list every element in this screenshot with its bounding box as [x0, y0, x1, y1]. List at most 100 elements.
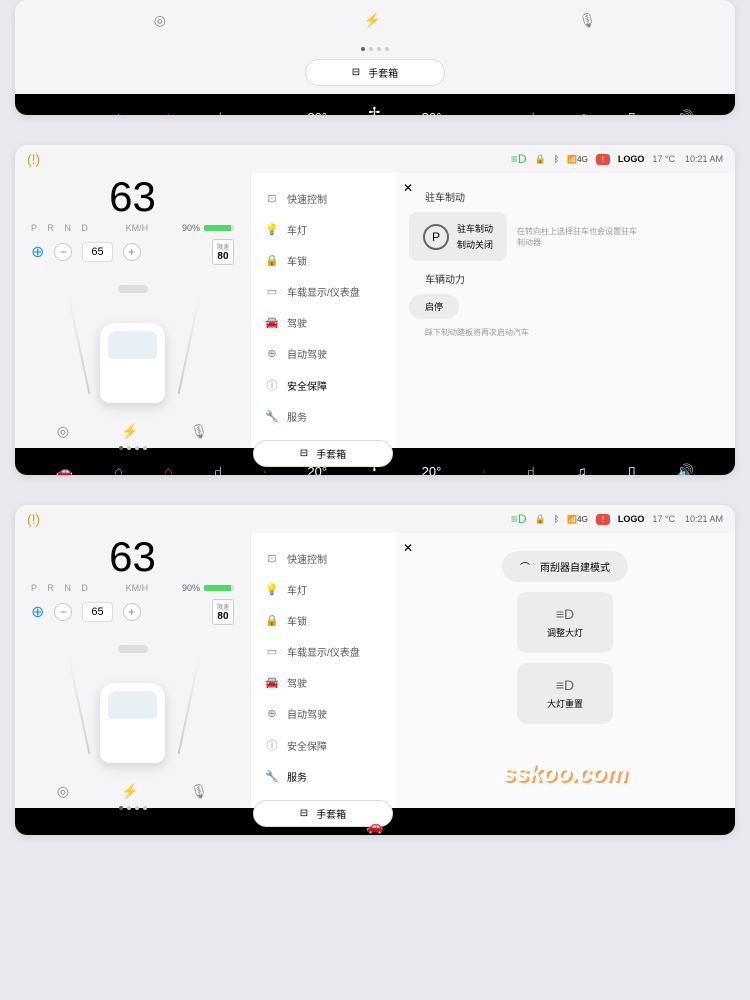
menu-item-1[interactable]: 💡车灯: [251, 574, 395, 605]
steering-icon[interactable]: ⊕: [31, 242, 44, 262]
warning-icon[interactable]: !: [596, 514, 610, 525]
menu-item-3[interactable]: ▭车载显示/仪表盘: [251, 636, 395, 667]
menu-icon: 🚘: [265, 676, 279, 689]
close-icon[interactable]: ✕: [403, 541, 413, 555]
music-icon[interactable]: ♫: [576, 109, 587, 115]
fan-icon: ✢: [368, 104, 380, 115]
fan-button[interactable]: ✢ 手动: [368, 104, 380, 115]
lock-icon[interactable]: 🔒: [535, 514, 546, 525]
chevron-left-icon[interactable]: ‹: [263, 467, 266, 476]
logo: LOGO: [618, 514, 645, 524]
car-icon[interactable]: 🚗: [366, 818, 383, 835]
car-icon[interactable]: 🚗: [56, 109, 73, 116]
menu-item-6[interactable]: ⓘ安全保障: [251, 729, 395, 761]
seat-right-icon[interactable]: ⑁: [527, 463, 535, 475]
tpms-icon: (!): [27, 151, 40, 167]
menu-item-6[interactable]: ⓘ安全保障: [251, 369, 395, 401]
speed-limit: 限速 80: [212, 239, 234, 265]
menu-item-0[interactable]: ⊡快速控制: [251, 183, 395, 214]
phone-icon[interactable]: ▯: [628, 463, 636, 476]
bluetooth-icon[interactable]: ᛒ: [554, 154, 559, 164]
defrost-front-icon[interactable]: ⌂: [114, 463, 122, 475]
chevron-right-icon[interactable]: ›: [483, 467, 486, 476]
camera-icon[interactable]: ◎: [57, 423, 69, 440]
menu-item-1[interactable]: 💡车灯: [251, 214, 395, 245]
parking-brake-button[interactable]: P 驻车制动 制动关闭: [409, 212, 507, 261]
battery-percent: 90%: [182, 223, 200, 233]
lock-icon[interactable]: 🔒: [535, 154, 546, 165]
tpms-icon: (!): [27, 511, 40, 527]
power-title: 车辆动力: [425, 271, 721, 286]
cruise-speed[interactable]: 65: [82, 242, 112, 262]
phone-icon[interactable]: ▯: [628, 109, 636, 116]
camera-icon[interactable]: ◎: [57, 783, 69, 800]
power-button[interactable]: 启停: [409, 294, 459, 319]
mic-icon[interactable]: 🎙: [190, 783, 208, 800]
temp-right[interactable]: 20°: [422, 110, 442, 116]
page-indicator: [15, 47, 735, 51]
charge-icon[interactable]: ⚡: [121, 783, 138, 800]
menu-item-4[interactable]: 🚘驾驶: [251, 667, 395, 698]
cruise-speed[interactable]: 65: [82, 602, 112, 622]
volume-icon[interactable]: 🔊: [677, 463, 694, 476]
cruise-minus-button[interactable]: −: [54, 243, 72, 261]
outside-temp: 17 °C: [652, 514, 675, 524]
music-icon[interactable]: ♫: [576, 463, 587, 475]
mic-icon[interactable]: 🎙: [578, 12, 596, 29]
menu-icon: ⊡: [265, 552, 279, 565]
menu-item-3[interactable]: ▭车载显示/仪表盘: [251, 276, 395, 307]
chevron-right-icon[interactable]: ›: [483, 113, 486, 116]
defrost-front-icon[interactable]: ⌂: [114, 109, 122, 115]
car-icon[interactable]: 🚗: [56, 463, 73, 476]
battery-bar: [204, 225, 234, 231]
defrost-rear-icon[interactable]: ⌂: [164, 463, 172, 475]
bluetooth-icon[interactable]: ᛒ: [554, 514, 559, 524]
steering-icon[interactable]: ⊕: [31, 602, 44, 622]
gear-indicator: P R N D: [31, 223, 92, 233]
seat-right-icon[interactable]: ⑁: [527, 109, 535, 115]
defrost-rear-icon[interactable]: ⌂: [164, 109, 172, 115]
temp-right[interactable]: 20°: [422, 464, 442, 476]
cruise-minus-button[interactable]: −: [54, 603, 72, 621]
settings-menu: ⊡快速控制💡车灯🔒车锁▭车载显示/仪表盘🚘驾驶⊕自动驾驶ⓘ安全保障🔧服务 ⊟ 手…: [250, 533, 395, 808]
clock: 10:21 AM: [685, 154, 723, 164]
close-icon[interactable]: ✕: [403, 181, 413, 195]
cruise-plus-button[interactable]: +: [123, 603, 141, 621]
wiper-mode-button[interactable]: ⌒ 雨刮器自建模式: [502, 551, 628, 582]
chevron-left-icon[interactable]: ‹: [263, 113, 266, 116]
parking-brake-title: 驻车制动: [425, 189, 721, 204]
volume-icon[interactable]: 🔊: [677, 109, 694, 116]
seat-left-icon[interactable]: ⑁: [214, 463, 222, 475]
fan-button[interactable]: ✢手动: [368, 458, 380, 475]
car-visualization: [31, 645, 234, 775]
seat-left-icon[interactable]: ⑁: [214, 109, 222, 115]
glovebox-icon: ⊟: [300, 808, 308, 819]
mic-icon[interactable]: 🎙: [190, 423, 208, 440]
temp-left[interactable]: 20°: [307, 464, 327, 476]
logo: LOGO: [618, 154, 645, 164]
menu-icon: 🔒: [265, 614, 279, 627]
temp-left[interactable]: 20°: [307, 110, 327, 116]
instrument-cluster: 63 P R N D KM/H 90% ⊕ − 65 + 限速 80: [15, 533, 250, 808]
reset-headlight-button[interactable]: ≡D 大灯重置: [517, 663, 613, 724]
charge-icon[interactable]: ⚡: [363, 12, 380, 29]
menu-item-5[interactable]: ⊕自动驾驶: [251, 698, 395, 729]
menu-item-4[interactable]: 🚘驾驶: [251, 307, 395, 338]
menu-item-2[interactable]: 🔒车锁: [251, 605, 395, 636]
menu-item-0[interactable]: ⊡快速控制: [251, 543, 395, 574]
menu-item-5[interactable]: ⊕自动驾驶: [251, 338, 395, 369]
menu-icon: 🚘: [265, 316, 279, 329]
charge-icon[interactable]: ⚡: [121, 423, 138, 440]
menu-item-7[interactable]: 🔧服务: [251, 401, 395, 432]
camera-icon[interactable]: ◎: [154, 12, 166, 29]
menu-item-7[interactable]: 🔧服务: [251, 761, 395, 792]
adjust-headlight-button[interactable]: ≡D 调整大灯: [517, 592, 613, 653]
menu-icon: ▭: [265, 285, 279, 298]
warning-icon[interactable]: !: [596, 154, 610, 165]
cruise-plus-button[interactable]: +: [123, 243, 141, 261]
menu-item-2[interactable]: 🔒车锁: [251, 245, 395, 276]
menu-icon: 🔧: [265, 410, 279, 423]
battery-percent: 90%: [182, 583, 200, 593]
menu-icon: 🔒: [265, 254, 279, 267]
glovebox-button[interactable]: ⊟ 手套箱: [305, 59, 445, 86]
